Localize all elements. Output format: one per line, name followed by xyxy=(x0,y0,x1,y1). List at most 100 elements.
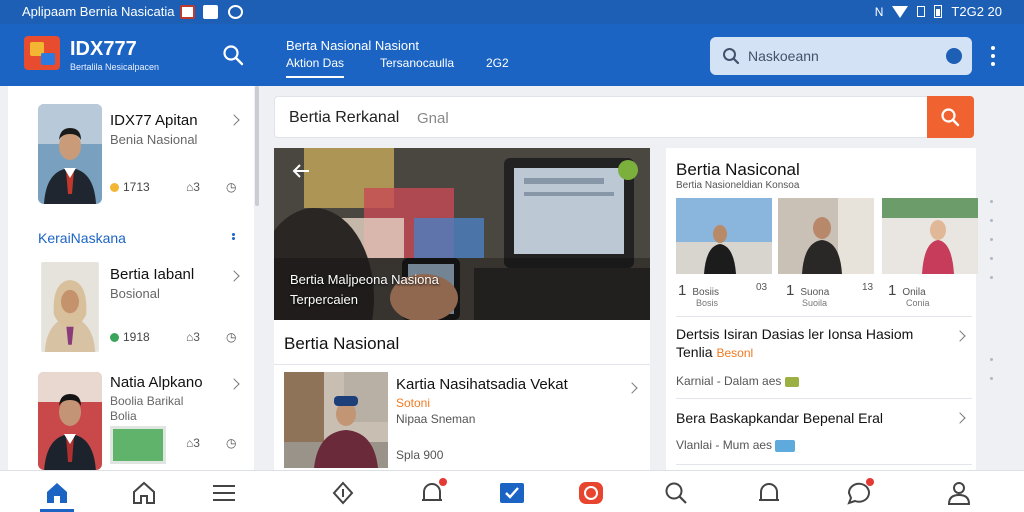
chevron-right-icon[interactable] xyxy=(954,330,966,342)
brand-title: IDX777 xyxy=(70,38,137,60)
chevron-right-icon[interactable] xyxy=(228,114,240,126)
clear-search-icon[interactable] xyxy=(946,48,962,64)
news-tag: Sotoni xyxy=(396,396,431,410)
list-item-subtitle: Bosional xyxy=(110,286,160,301)
news-title[interactable]: Kartia Nasihatsadia Vekat xyxy=(396,376,568,393)
section-title: KeraiNaskana xyxy=(38,230,126,246)
search-icon[interactable] xyxy=(222,44,244,66)
panel-title: Bertia Nasiconal xyxy=(676,160,800,179)
photo-caption-sub: Bosis xyxy=(696,298,719,308)
chevron-right-icon[interactable] xyxy=(228,378,240,390)
tab-2g2[interactable]: 2G2 xyxy=(486,56,509,76)
story-title[interactable]: Dertsis Isiran Dasias ler Ionsa Hasiom xyxy=(676,326,913,342)
news-thumbnail[interactable] xyxy=(284,372,388,468)
story-meta: Vlanlai - Mum aes xyxy=(676,438,796,452)
avatar xyxy=(38,372,102,470)
home-outline-icon[interactable] xyxy=(131,481,157,505)
menu-icon[interactable] xyxy=(211,481,237,505)
globe-icon xyxy=(228,5,243,19)
section-more-icon[interactable] xyxy=(230,232,236,242)
profile-icon[interactable] xyxy=(946,481,972,505)
search-button[interactable] xyxy=(927,96,974,138)
chevron-right-icon[interactable] xyxy=(228,270,240,282)
comment-count: ⌂3 xyxy=(186,180,200,194)
notification-badge xyxy=(439,478,447,486)
list-item-meta: 1713 xyxy=(110,180,150,194)
list-item-title: Natia Alpkano xyxy=(110,374,203,391)
comment-count: ⌂3 xyxy=(186,436,200,450)
divider xyxy=(676,464,972,465)
avatar xyxy=(38,262,102,352)
avatar xyxy=(38,104,102,204)
back-arrow-icon[interactable] xyxy=(292,164,310,178)
location-pin-icon xyxy=(110,332,119,342)
compass-icon[interactable] xyxy=(330,481,356,505)
news-meta: Spla 900 xyxy=(396,448,444,462)
tag-icon xyxy=(784,376,799,387)
list-item-meta-value: 1713 xyxy=(123,180,150,194)
left-news-list: IDX77 Apitan Benia Nasional 1713 ⌂3 ◷ Ke… xyxy=(8,86,254,470)
checkbox-icon[interactable] xyxy=(499,481,525,505)
signal-icon: N xyxy=(874,4,884,19)
tab-tersanocaulla[interactable]: Tersanocaulla xyxy=(380,56,454,76)
clock-icon: ◷ xyxy=(226,180,237,194)
chevron-right-icon[interactable] xyxy=(954,412,966,424)
news-thumbnail xyxy=(110,426,166,464)
tab-aktion-das[interactable]: Aktion Das xyxy=(286,56,345,78)
photo-thumbnail[interactable] xyxy=(778,198,874,274)
side-scroll-indicator xyxy=(988,358,994,396)
more-menu-icon[interactable] xyxy=(990,44,996,68)
photo-caption: 1 Bosiis xyxy=(678,282,720,299)
panel-subtitle: Bertia Nasioneldian Konsoa xyxy=(676,180,800,191)
photo-count: 03 xyxy=(756,282,768,293)
photo-caption: 1 Suona xyxy=(786,282,830,299)
battery-icon xyxy=(934,5,943,18)
photo-thumbnail[interactable] xyxy=(676,198,772,274)
photo-caption-sub: Suoila xyxy=(802,298,828,308)
info-badge-icon[interactable] xyxy=(618,160,638,180)
app-shortcut-icon[interactable] xyxy=(578,481,604,505)
list-item-title: Bertia Iabanl xyxy=(110,266,195,283)
side-scroll-indicator xyxy=(988,200,994,295)
home-icon[interactable] xyxy=(44,481,70,505)
status-bar-title: Aplipaam Bernia Nasicatia xyxy=(22,4,175,19)
clock-icon: ◷ xyxy=(226,436,237,450)
messages-button[interactable] xyxy=(846,478,874,505)
bell-outline-icon[interactable] xyxy=(756,481,782,505)
main-search-bar[interactable]: Bertia Rerkanal Gnal xyxy=(274,96,974,138)
main-search-hint: Gnal xyxy=(417,110,449,127)
story-subline: Tenlia Besonl xyxy=(676,344,754,360)
main-search-query: Bertia Rerkanal xyxy=(289,109,400,126)
list-item[interactable]: IDX77 Apitan Benia Nasional 1713 ⌂3 ◷ xyxy=(8,104,254,234)
wifi-icon xyxy=(892,5,909,18)
list-item-meta-label: Bolia xyxy=(110,409,137,423)
photo-thumbnail[interactable] xyxy=(882,198,978,274)
flag-icon xyxy=(180,5,195,19)
hero-banner[interactable]: Bertia Maljpeona Nasiona Terpercaien xyxy=(274,148,650,320)
search-icon xyxy=(723,48,740,65)
status-time: T2G2 20 xyxy=(951,4,1002,19)
story-title[interactable]: Bera Baskapkandar Bepenal Eral xyxy=(676,410,883,426)
scrollbar[interactable] xyxy=(255,86,259,206)
list-item-subtitle: Boolia Barikal xyxy=(110,394,184,408)
top-search-input[interactable] xyxy=(748,45,938,67)
search-icon xyxy=(941,108,960,127)
status-bar: Aplipaam Bernia Nasicatia N T2G2 20 xyxy=(0,0,1024,24)
photo-count: 13 xyxy=(862,282,874,293)
brand-subtitle: Bertalila Nesicalpacen xyxy=(70,62,160,72)
list-item-subtitle: Benia Nasional xyxy=(110,132,198,147)
comment-count: ⌂3 xyxy=(186,330,200,344)
chevron-right-icon[interactable] xyxy=(626,382,638,394)
divider xyxy=(274,364,650,365)
top-search-box[interactable] xyxy=(710,37,972,75)
photo-caption-sub: Conia xyxy=(906,298,930,308)
list-item[interactable]: Natia Alpkano Boolia Barikal Bolia ⌂3 ◷ xyxy=(8,372,254,470)
image-icon xyxy=(775,439,796,452)
sim-icon xyxy=(917,6,926,17)
message-badge xyxy=(866,478,874,486)
news-card: Bertia Nasional Kartia Nasihatsadia Veka… xyxy=(274,320,650,470)
search-icon[interactable] xyxy=(663,481,689,505)
notifications-button[interactable] xyxy=(419,478,447,505)
hero-title: Bertia Maljpeona Nasiona xyxy=(290,272,439,287)
clock-icon: ◷ xyxy=(226,330,237,344)
